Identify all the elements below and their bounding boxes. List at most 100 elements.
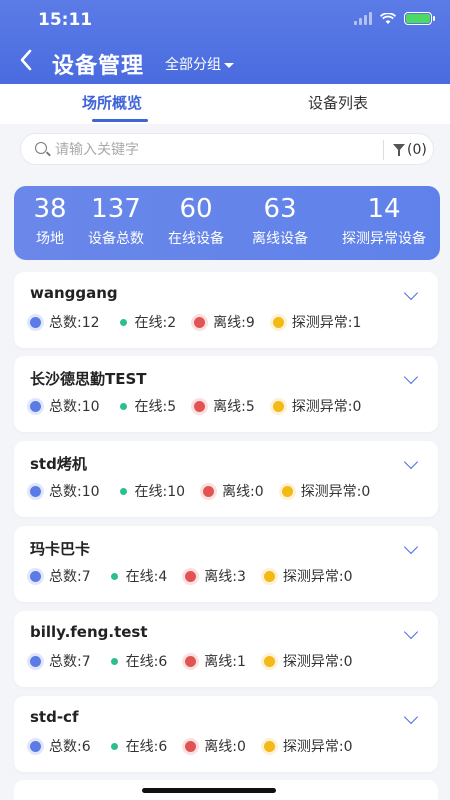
dot-icon [203,485,215,497]
chevron-left-icon [20,49,32,71]
total-text: 总数:7 [49,654,91,670]
abnormal-text: 探测异常:0 [282,569,353,585]
abnormal-text: 探测异常:1 [291,315,362,331]
search-divider [383,140,384,160]
chevron-down-icon[interactable] [403,624,419,640]
abnormal-count: 探测异常:0 [263,651,353,671]
status-time: 15:11 [38,10,93,30]
abnormal-count: 探测异常:0 [281,481,370,501]
site-stats: 总数:12 在线:2 离线:9 探测异常:1 [30,312,379,332]
dot-icon [30,400,41,412]
abnormal-count: 探测异常:0 [272,396,362,416]
site-card[interactable]: 玛卡巴卡 总数:7 在线:4 离线:3 探测异常:0 [14,526,438,602]
abnormal-count: 探测异常:0 [263,566,353,586]
offline-text: 离线:5 [213,399,255,415]
dot-icon [119,487,127,495]
group-dropdown[interactable]: 全部分组 [165,54,234,74]
total-text: 总数:10 [49,399,100,415]
summary-banner: 38 场地 137 设备总数 60 在线设备 63 离线设备 14 探测异常设备 [14,186,440,260]
abnormal-text: 探测异常:0 [282,739,353,755]
group-dropdown-label: 全部分组 [165,57,221,73]
online-count: 在线:4 [109,566,167,586]
offline-count: 离线:1 [185,651,246,671]
stat-value: 38 [33,194,67,224]
site-card[interactable]: 长沙德思勤TEST 总数:10 在线:5 离线:5 探测异常:0 [14,356,438,432]
dot-icon [30,485,41,497]
chevron-down-icon[interactable] [403,285,419,301]
chevron-down-icon[interactable] [403,539,419,555]
search-input[interactable] [55,138,375,162]
site-stats: 总数:10 在线:5 离线:5 探测异常:0 [30,396,379,416]
back-button[interactable] [16,46,44,76]
site-name: billy.feng.test [30,623,148,641]
online-text: 在线:5 [134,399,177,415]
total-count: 总数:7 [30,651,91,671]
site-card[interactable]: std烤机 总数:10 在线:10 离线:0 探测异常:0 [14,441,438,517]
caret-down-icon [224,62,234,68]
online-text: 在线:10 [134,484,186,500]
stat-abnormal-devices: 14 探测异常设备 [330,194,438,248]
stat-label: 离线设备 [252,231,308,247]
chevron-down-icon[interactable] [403,369,419,385]
abnormal-text: 探测异常:0 [291,399,362,415]
filter-button[interactable]: (0) [393,139,427,161]
dot-icon [281,485,293,497]
site-card[interactable]: billy.feng.test 总数:7 在线:6 离线:1 探测异常:0 [14,611,438,687]
stat-value: 60 [179,194,213,224]
dot-icon [194,400,206,412]
online-count: 在线:2 [118,312,177,332]
offline-count: 离线:9 [194,312,255,332]
dot-icon [119,402,127,410]
online-text: 在线:6 [125,654,168,670]
tab-site-overview[interactable]: 场所概览 [82,92,142,113]
online-count: 在线:6 [109,736,168,756]
offline-text: 离线:3 [204,569,246,585]
total-count: 总数:10 [30,396,100,416]
site-stats: 总数:7 在线:4 离线:3 探测异常:0 [30,566,371,586]
dot-icon [185,570,197,582]
online-text: 在线:6 [125,739,168,755]
dot-icon [30,570,41,582]
search-icon [35,142,47,154]
dot-icon [263,655,275,667]
stat-offline-devices: 63 离线设备 [240,194,320,248]
site-card[interactable]: wanggang 总数:12 在线:2 离线:9 探测异常:1 [14,272,438,348]
site-name: 玛卡巴卡 [30,540,91,558]
dot-icon [185,655,197,667]
tab-device-list[interactable]: 设备列表 [308,92,368,113]
battery-icon [404,12,435,25]
search-bar: (0) [20,133,434,165]
dot-icon [110,742,118,750]
offline-count: 离线:0 [185,736,246,756]
offline-text: 离线:0 [204,739,246,755]
filter-icon [393,144,405,156]
abnormal-count: 探测异常:1 [272,312,362,332]
stat-value: 137 [91,194,141,224]
dot-icon [194,316,206,328]
dot-icon [110,657,118,665]
page-title: 设备管理 [52,54,145,79]
total-text: 总数:7 [49,569,91,585]
site-name: wanggang [30,284,118,302]
cellular-signal-icon [354,12,372,25]
chevron-down-icon[interactable] [403,709,419,725]
stat-label: 设备总数 [88,231,144,247]
app-header: 15:11 设备管理 全部分组 [0,0,450,84]
stat-label: 场地 [36,231,64,247]
stat-value: 14 [367,194,401,224]
wifi-icon [380,12,396,24]
online-text: 在线:2 [134,315,177,331]
site-name: std烤机 [30,455,87,473]
dot-icon [30,740,41,752]
online-count: 在线:10 [118,481,186,501]
offline-count: 离线:5 [194,396,255,416]
status-bar: 15:11 [0,0,450,40]
tab-bar: 场所概览 设备列表 [0,84,450,124]
chevron-down-icon[interactable] [403,454,419,470]
site-card[interactable]: std-cf 总数:6 在线:6 离线:0 探测异常:0 [14,696,438,772]
filter-count: (0) [407,142,427,158]
site-stats: 总数:6 在线:6 离线:0 探测异常:0 [30,736,371,756]
total-count: 总数:6 [30,736,91,756]
abnormal-count: 探测异常:0 [263,736,353,756]
dot-icon [30,655,41,667]
